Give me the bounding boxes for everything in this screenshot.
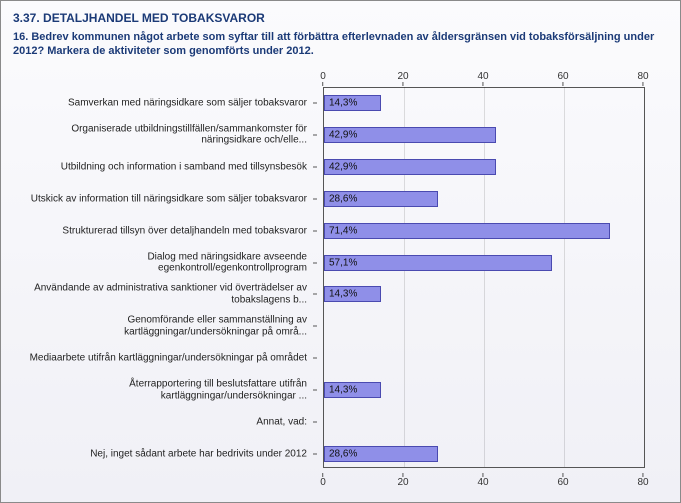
header: 3.37. DETALJHANDEL MED TOBAKSVAROR 16. B… bbox=[1, 1, 680, 63]
bar: 42,9% bbox=[324, 159, 496, 175]
bar: 71,4% bbox=[324, 223, 610, 239]
x-tick-label: 60 bbox=[557, 477, 568, 488]
category-tick bbox=[313, 230, 317, 231]
x-tick-label: 20 bbox=[397, 71, 408, 82]
category-row: Utskick av information till näringsidkar… bbox=[13, 183, 313, 215]
bar-value-label: 57,1% bbox=[329, 257, 357, 268]
category-tick bbox=[313, 134, 317, 135]
category-row: Användande av administrativa sanktioner … bbox=[13, 279, 313, 311]
bar-row: 14,3% bbox=[324, 87, 644, 119]
bar-row: 42,9% bbox=[324, 119, 644, 151]
bar-row: 28,6% bbox=[324, 438, 644, 470]
bar-value-label: 14,3% bbox=[329, 97, 357, 108]
bar-value-label: 14,3% bbox=[329, 385, 357, 396]
chart: 020406080 020406080 Samverkan med näring… bbox=[13, 73, 668, 482]
x-tick-label: 20 bbox=[397, 477, 408, 488]
category-labels: Samverkan med näringsidkare som säljer t… bbox=[13, 87, 313, 468]
category-label: Utbildning och information i samband med… bbox=[17, 161, 307, 173]
bar-row bbox=[324, 406, 644, 438]
category-tick bbox=[313, 166, 317, 167]
plot-area: 14,3% 42,9% 42,9% 28,6% 71,4% 57,1% 14,3% 14,3%… bbox=[323, 87, 645, 468]
bar-row: 14,3% bbox=[324, 374, 644, 406]
category-tick bbox=[313, 422, 317, 423]
category-label: Utskick av information till näringsidkar… bbox=[17, 193, 307, 205]
category-label: Nej, inget sådant arbete har bedrivits u… bbox=[17, 448, 307, 460]
category-tick bbox=[313, 390, 317, 391]
bar: 57,1% bbox=[324, 255, 552, 271]
category-label: Samverkan med näringsidkare som säljer t… bbox=[17, 97, 307, 109]
bar-row: 71,4% bbox=[324, 215, 644, 247]
bar-row: 42,9% bbox=[324, 151, 644, 183]
category-row: Annat, vad: bbox=[13, 406, 313, 438]
x-axis-bottom: 020406080 bbox=[323, 472, 643, 486]
bar-value-label: 28,6% bbox=[329, 193, 357, 204]
category-tick bbox=[313, 294, 317, 295]
category-row: Organiserade utbildningstillfällen/samma… bbox=[13, 119, 313, 151]
category-label: Återrapportering till beslutsfattare uti… bbox=[17, 379, 307, 402]
x-tick-label: 80 bbox=[637, 71, 648, 82]
x-tick: 20 bbox=[397, 71, 408, 87]
section-title: 3.37. DETALJHANDEL MED TOBAKSVAROR bbox=[13, 11, 668, 25]
bar: 14,3% bbox=[324, 95, 381, 111]
category-label: Dialog med näringsidkare avseende egenko… bbox=[17, 251, 307, 274]
category-tick bbox=[313, 198, 317, 199]
category-tick bbox=[313, 358, 317, 359]
bar: 28,6% bbox=[324, 446, 438, 462]
question-text: 16. Bedrev kommunen något arbete som syf… bbox=[13, 31, 668, 59]
x-tick: 40 bbox=[477, 472, 488, 488]
bar-value-label: 42,9% bbox=[329, 161, 357, 172]
x-tick: 0 bbox=[320, 472, 326, 488]
category-tick bbox=[313, 102, 317, 103]
category-row: Genomförande eller sammanställning av ka… bbox=[13, 310, 313, 342]
x-tick-label: 40 bbox=[477, 71, 488, 82]
bar-row bbox=[324, 310, 644, 342]
category-row: Samverkan med näringsidkare som säljer t… bbox=[13, 87, 313, 119]
category-row: Återrapportering till beslutsfattare uti… bbox=[13, 374, 313, 406]
bar-value-label: 14,3% bbox=[329, 289, 357, 300]
x-tick-label: 60 bbox=[557, 71, 568, 82]
category-row: Dialog med näringsidkare avseende egenko… bbox=[13, 247, 313, 279]
category-label: Annat, vad: bbox=[17, 416, 307, 428]
x-tick: 20 bbox=[397, 472, 408, 488]
bar-row bbox=[324, 342, 644, 374]
category-label: Strukturerad tillsyn över detaljhandeln … bbox=[17, 225, 307, 237]
category-tick bbox=[313, 454, 317, 455]
x-tick: 40 bbox=[477, 71, 488, 87]
category-row: Utbildning och information i samband med… bbox=[13, 151, 313, 183]
x-tick-label: 80 bbox=[637, 477, 648, 488]
category-label: Mediaarbete utifrån kartläggningar/under… bbox=[17, 353, 307, 365]
category-row: Strukturerad tillsyn över detaljhandeln … bbox=[13, 215, 313, 247]
category-row: Mediaarbete utifrån kartläggningar/under… bbox=[13, 342, 313, 374]
bar: 14,3% bbox=[324, 382, 381, 398]
bar: 28,6% bbox=[324, 191, 438, 207]
x-tick: 80 bbox=[637, 71, 648, 87]
bar-row: 28,6% bbox=[324, 183, 644, 215]
category-label: Genomförande eller sammanställning av ka… bbox=[17, 315, 307, 338]
bar-value-label: 42,9% bbox=[329, 129, 357, 140]
x-tick-label: 40 bbox=[477, 477, 488, 488]
x-tick: 80 bbox=[637, 472, 648, 488]
report-frame: 3.37. DETALJHANDEL MED TOBAKSVAROR 16. B… bbox=[0, 0, 681, 503]
bar-value-label: 28,6% bbox=[329, 449, 357, 460]
category-tick bbox=[313, 326, 317, 327]
bar: 14,3% bbox=[324, 286, 381, 302]
category-label: Organiserade utbildningstillfällen/samma… bbox=[17, 123, 307, 146]
bar-row: 57,1% bbox=[324, 247, 644, 279]
x-tick-label: 0 bbox=[320, 71, 326, 82]
x-tick-label: 0 bbox=[320, 477, 326, 488]
category-row: Nej, inget sådant arbete har bedrivits u… bbox=[13, 438, 313, 470]
category-label: Användande av administrativa sanktioner … bbox=[17, 283, 307, 306]
bar: 42,9% bbox=[324, 127, 496, 143]
x-tick: 60 bbox=[557, 71, 568, 87]
x-tick: 0 bbox=[320, 71, 326, 87]
bar-value-label: 71,4% bbox=[329, 225, 357, 236]
bar-row: 14,3% bbox=[324, 279, 644, 311]
x-tick: 60 bbox=[557, 472, 568, 488]
category-tick bbox=[313, 262, 317, 263]
x-axis-top: 020406080 bbox=[323, 71, 643, 85]
